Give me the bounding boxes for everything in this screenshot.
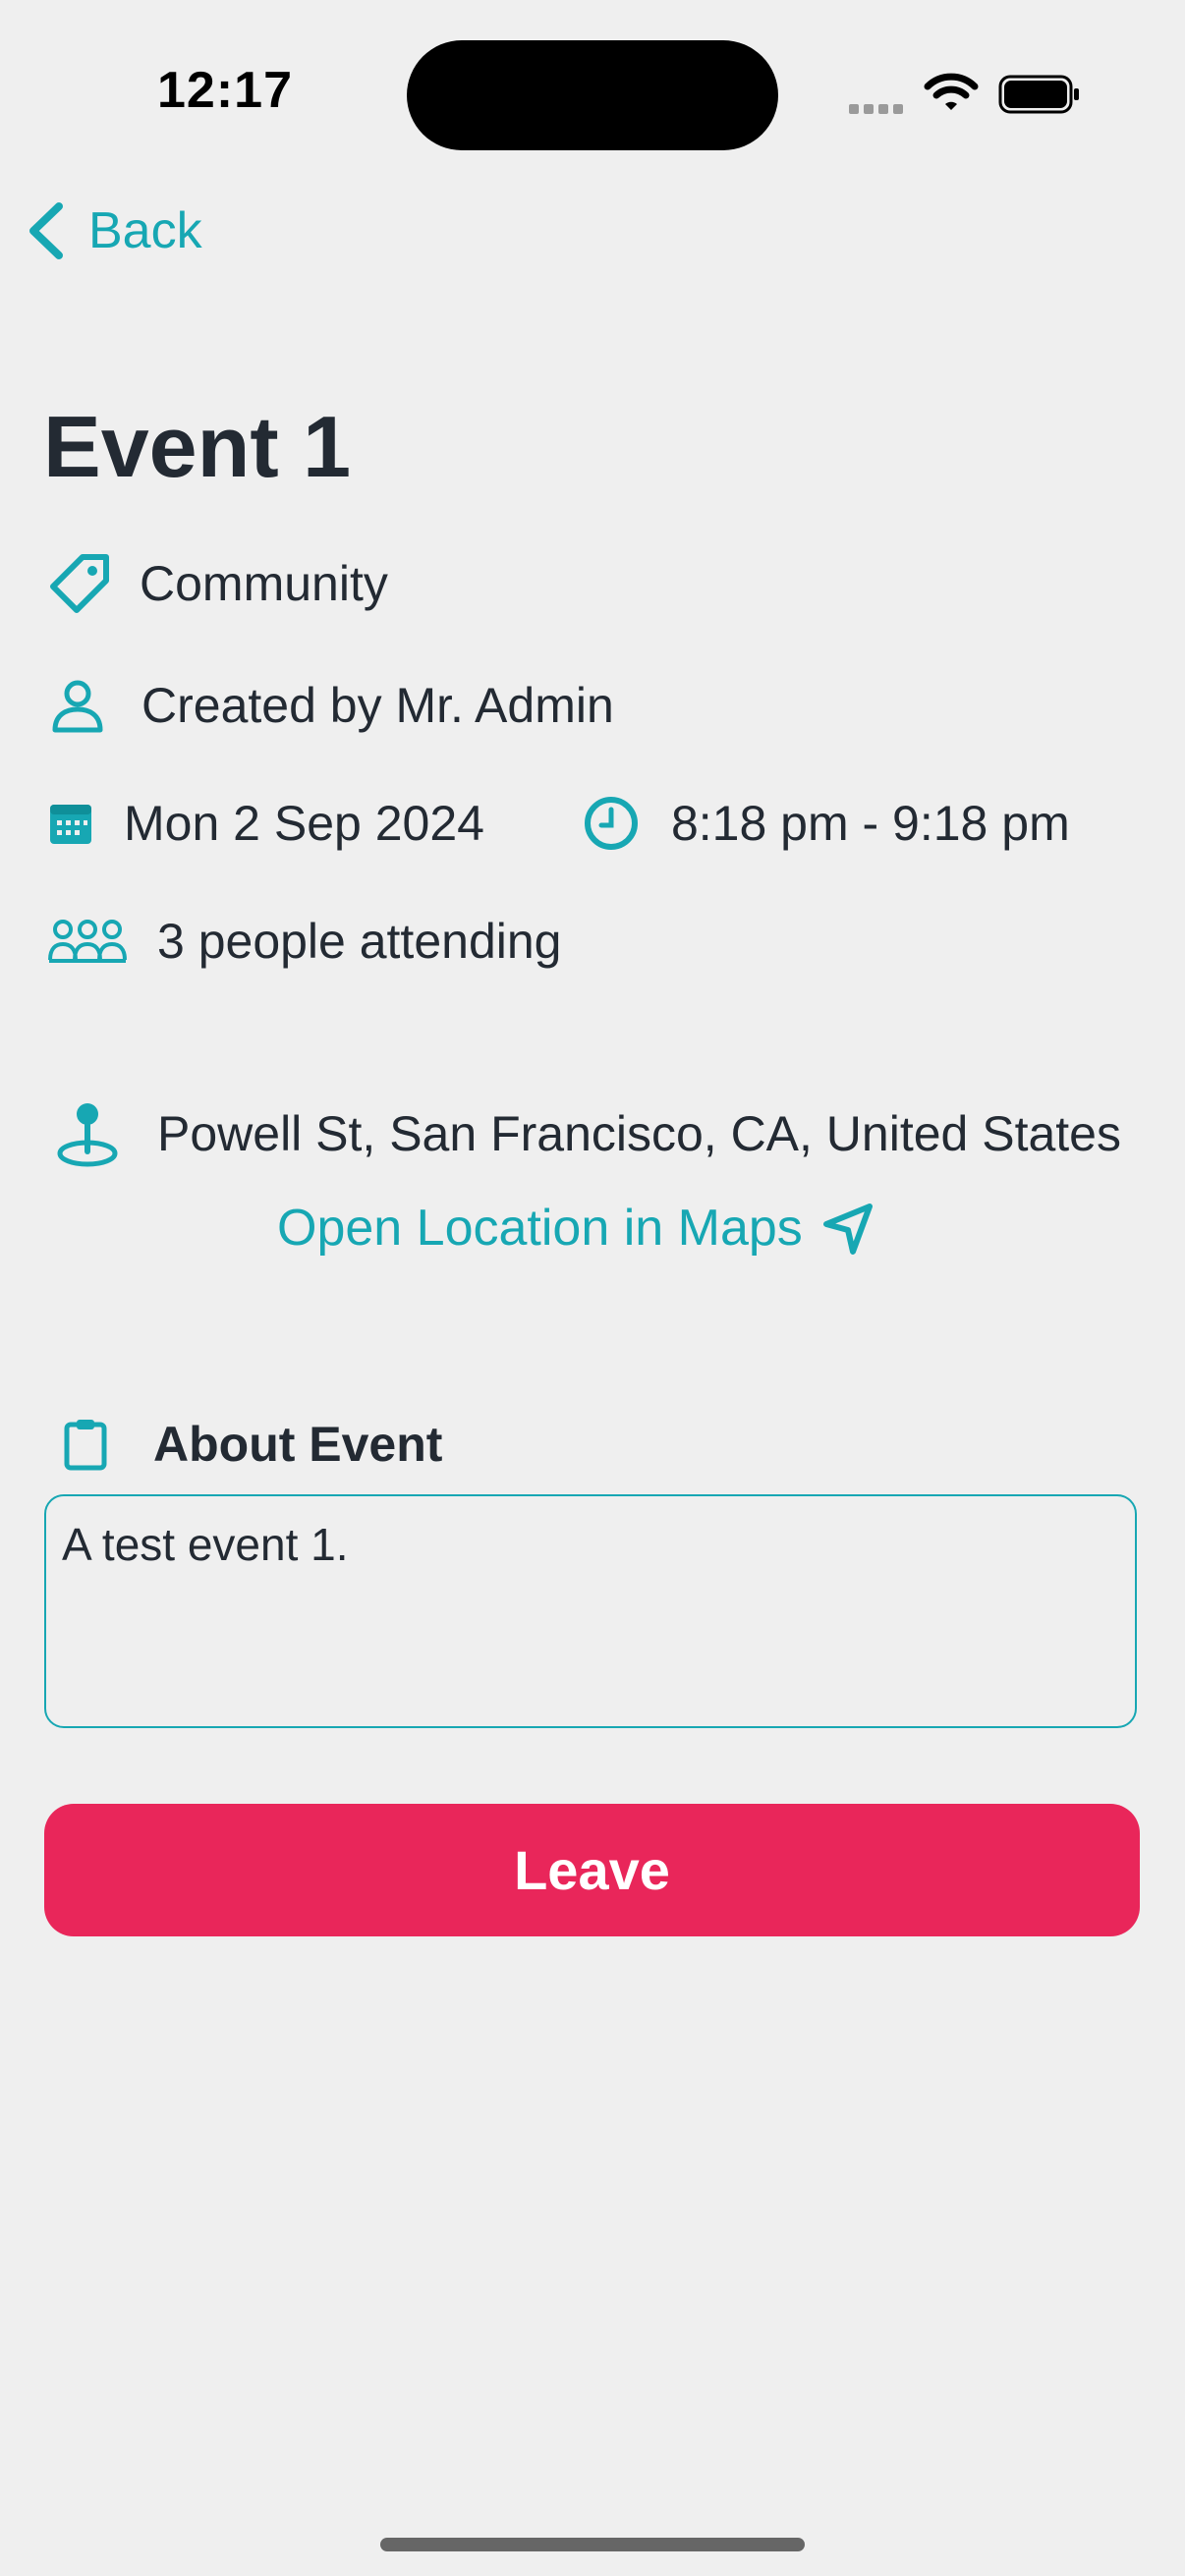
people-icon: [47, 917, 128, 966]
creator-text: Created by Mr. Admin: [141, 678, 614, 733]
back-button[interactable]: Back: [24, 196, 202, 265]
home-indicator[interactable]: [380, 2538, 805, 2551]
clock-icon: [583, 795, 640, 852]
open-maps-label: Open Location in Maps: [277, 1200, 803, 1257]
back-label: Back: [88, 202, 202, 259]
map-pin-icon: [53, 1098, 122, 1169]
about-label: About Event: [153, 1417, 443, 1472]
about-section-header: About Event: [63, 1409, 442, 1480]
date-text: Mon 2 Sep 2024: [124, 796, 484, 851]
time-range-text: 8:18 pm - 9:18 pm: [670, 796, 1070, 851]
cellular-signal-icon: [849, 101, 908, 114]
tag-icon: [47, 551, 112, 616]
dynamic-island: [407, 40, 778, 150]
calendar-icon: [47, 800, 94, 847]
event-datetime: Mon 2 Sep 2024 8:18 pm - 9:18 pm: [47, 786, 1070, 861]
navigation-arrow-icon: [803, 1201, 875, 1256]
chevron-left-icon: [24, 200, 88, 261]
wifi-icon: [924, 71, 979, 114]
event-creator: Created by Mr. Admin: [49, 668, 614, 743]
status-time: 12:17: [157, 62, 293, 119]
event-description-box: A test event 1.: [44, 1494, 1137, 1728]
category-text: Community: [140, 556, 388, 611]
event-attendees: 3 people attending: [47, 904, 561, 979]
event-location: Powell St, San Francisco, CA, United Sta…: [53, 1096, 1121, 1171]
page-title: Event 1: [43, 398, 352, 495]
open-in-maps-link[interactable]: Open Location in Maps: [277, 1193, 875, 1263]
battery-icon: [998, 75, 1081, 114]
user-icon: [49, 677, 106, 734]
attendees-text: 3 people attending: [157, 914, 562, 969]
leave-button[interactable]: Leave: [44, 1804, 1140, 1936]
clipboard-icon: [63, 1417, 108, 1472]
location-text: Powell St, San Francisco, CA, United Sta…: [157, 1106, 1121, 1161]
event-category: Community: [47, 546, 388, 621]
